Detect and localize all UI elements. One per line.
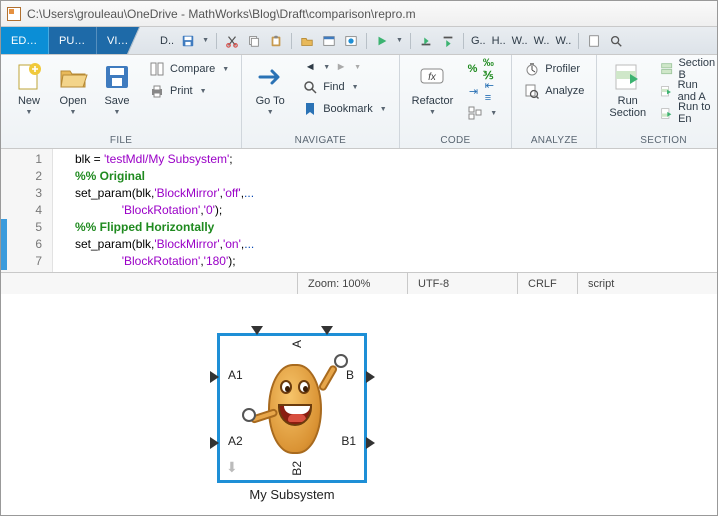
print-button[interactable]: Print▼ bbox=[145, 81, 233, 101]
code-editor[interactable]: 1234567 blk = 'testMdl/My Subsystem';%% … bbox=[1, 149, 717, 272]
refactor-icon: fx bbox=[416, 61, 448, 93]
compare-icon bbox=[149, 61, 165, 77]
step-out-icon[interactable] bbox=[439, 32, 457, 50]
group-section: Run Section Section B Run and A Run to E… bbox=[597, 55, 718, 148]
compare-button[interactable]: Compare▼ bbox=[145, 59, 233, 79]
indent-button[interactable]: ⇥⇤ ≡ bbox=[463, 81, 503, 101]
fwd-icon: ► bbox=[333, 59, 349, 75]
paste-icon[interactable] bbox=[267, 32, 285, 50]
status-bar: Zoom: 100% UTF-8 CRLF script bbox=[1, 272, 717, 294]
port-top-1[interactable] bbox=[252, 326, 262, 336]
quick-shortcut-w2[interactable]: W.. bbox=[533, 35, 551, 47]
run-to-end-button[interactable]: Run to En bbox=[656, 103, 718, 123]
group-analyze: Profiler Analyze ANALYZE bbox=[512, 55, 597, 148]
run-icon[interactable] bbox=[373, 32, 391, 50]
find-icon bbox=[302, 79, 318, 95]
code-area[interactable]: blk = 'testMdl/My Subsystem';%% Original… bbox=[53, 149, 717, 272]
percent-icon: % bbox=[467, 61, 478, 77]
section-break-icon bbox=[660, 61, 673, 77]
svg-text:fx: fx bbox=[429, 72, 438, 83]
open-button[interactable]: Open▼ bbox=[53, 59, 93, 118]
save-icon[interactable] bbox=[179, 32, 197, 50]
block-image bbox=[250, 346, 340, 476]
goto-button[interactable]: Go To▼ bbox=[250, 59, 290, 118]
port-right-2[interactable] bbox=[366, 438, 376, 448]
run-end-icon bbox=[660, 105, 673, 121]
tab-editor[interactable]: ED… bbox=[1, 27, 49, 54]
prefs-icon[interactable] bbox=[320, 32, 338, 50]
run-section-button[interactable]: Run Section bbox=[605, 59, 650, 121]
subsystem-block[interactable]: A A1 A2 B B1 B2 ⬇ bbox=[217, 333, 367, 483]
open-folder-icon bbox=[57, 61, 89, 93]
group-code: fx Refactor▼ %‰ ⅗ ⇥⇤ ≡ ▼ CODE bbox=[400, 55, 513, 148]
tree-icon bbox=[467, 105, 483, 121]
goto-icon bbox=[254, 61, 286, 93]
title-bar: C:\Users\grouleau\OneDrive - MathWorks\B… bbox=[1, 1, 717, 27]
group-navigate: Go To▼ ◄▼ ►▼ Find▼ Bookmark▼ NAVIGATE bbox=[242, 55, 399, 148]
port-label-a2: A2 bbox=[228, 434, 243, 448]
run-advance-icon bbox=[660, 83, 673, 99]
down-arrow-icon: ⬇ bbox=[226, 459, 238, 476]
nav-arrows[interactable]: ◄▼ ►▼ bbox=[298, 59, 390, 75]
analyze-button[interactable]: Analyze bbox=[520, 81, 588, 101]
profiler-icon bbox=[524, 61, 540, 77]
quick-shortcut-w3[interactable]: W.. bbox=[554, 35, 572, 47]
new-button[interactable]: New▼ bbox=[9, 59, 49, 118]
bookmark-button[interactable]: Bookmark▼ bbox=[298, 99, 390, 119]
copy-icon[interactable] bbox=[245, 32, 263, 50]
analyze-icon bbox=[524, 83, 540, 99]
save-button[interactable]: Save▼ bbox=[97, 59, 137, 118]
model-canvas[interactable]: A A1 A2 B B1 B2 ⬇ My Subsystem bbox=[1, 309, 717, 515]
tree-button[interactable]: ▼ bbox=[463, 103, 503, 123]
port-label-b1: B1 bbox=[341, 434, 356, 448]
port-right-1[interactable] bbox=[366, 372, 376, 382]
tab-publish[interactable]: PU… bbox=[49, 27, 97, 54]
quick-shortcut-g[interactable]: G.. bbox=[470, 35, 487, 47]
new-file-icon bbox=[13, 61, 45, 93]
sim-icon[interactable] bbox=[342, 32, 360, 50]
status-eol[interactable]: CRLF bbox=[517, 273, 577, 294]
port-label-a1: A1 bbox=[228, 368, 243, 382]
ribbon: New▼ Open▼ Save▼ Compare▼ Print▼ bbox=[1, 55, 717, 149]
status-zoom[interactable]: Zoom: 100% bbox=[297, 273, 407, 294]
back-icon: ◄ bbox=[302, 59, 318, 75]
run-section-icon bbox=[612, 61, 644, 93]
bookmark-icon bbox=[302, 101, 318, 117]
line-gutter: 1234567 bbox=[1, 149, 53, 272]
quick-shortcut-h[interactable]: H.. bbox=[491, 35, 507, 47]
app-icon bbox=[7, 7, 21, 21]
block-label[interactable]: My Subsystem bbox=[217, 487, 367, 502]
open-folder-icon[interactable] bbox=[298, 32, 316, 50]
step-icon[interactable] bbox=[417, 32, 435, 50]
save-icon bbox=[101, 61, 133, 93]
port-top-2[interactable] bbox=[322, 326, 332, 336]
doc-icon[interactable] bbox=[585, 32, 603, 50]
profiler-button[interactable]: Profiler bbox=[520, 59, 588, 79]
section-break-button[interactable]: Section B bbox=[656, 59, 718, 79]
percent-button[interactable]: %‰ ⅗ bbox=[463, 59, 503, 79]
group-file: New▼ Open▼ Save▼ Compare▼ Print▼ bbox=[1, 55, 242, 148]
refactor-button[interactable]: fx Refactor▼ bbox=[408, 59, 458, 118]
toolstrip-tabs: ED… PU… VI… D.. ▼ ▼ G.. H.. W.. W.. W.. bbox=[1, 27, 717, 55]
find-button[interactable]: Find▼ bbox=[298, 77, 390, 97]
quick-shortcut-w1[interactable]: W.. bbox=[511, 35, 529, 47]
port-left-2[interactable] bbox=[210, 438, 220, 448]
run-and-advance-button[interactable]: Run and A bbox=[656, 81, 718, 101]
quick-access-toolbar: D.. ▼ ▼ G.. H.. W.. W.. W.. bbox=[145, 27, 717, 54]
run-section-label: Run Section bbox=[609, 95, 646, 119]
window-title: C:\Users\grouleau\OneDrive - MathWorks\B… bbox=[27, 7, 416, 21]
port-left-1[interactable] bbox=[210, 372, 220, 382]
search-icon[interactable] bbox=[607, 32, 625, 50]
port-label-b: B bbox=[346, 368, 354, 382]
quick-shortcut[interactable]: D.. bbox=[159, 35, 175, 47]
status-encoding[interactable]: UTF-8 bbox=[407, 273, 517, 294]
indent-icon: ⇥ bbox=[467, 83, 479, 99]
print-icon bbox=[149, 83, 165, 99]
status-type[interactable]: script bbox=[577, 273, 717, 294]
cut-icon[interactable] bbox=[223, 32, 241, 50]
